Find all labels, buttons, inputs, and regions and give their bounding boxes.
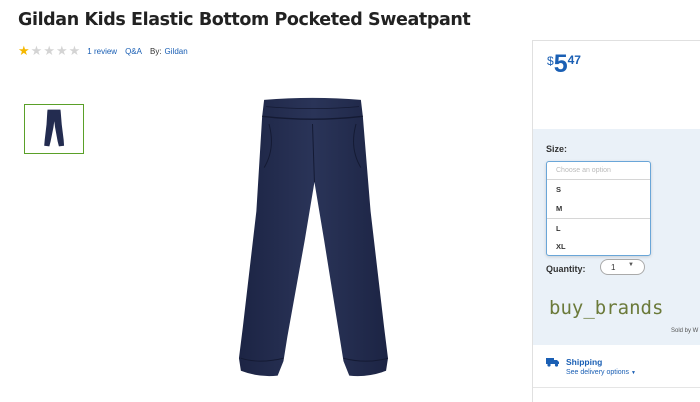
quantity-value: 1 <box>611 263 616 272</box>
size-option-l[interactable]: L <box>547 218 650 237</box>
size-option-s[interactable]: S <box>547 180 650 199</box>
product-page: Gildan Kids Elastic Bottom Pocketed Swea… <box>0 0 700 402</box>
shipping-title: Shipping <box>566 357 603 367</box>
price: $547 <box>547 51 581 77</box>
star-empty-icon: ★ <box>43 43 55 58</box>
price-currency: $ <box>547 54 554 68</box>
size-dropdown[interactable]: Choose an option S M L XL <box>546 161 651 256</box>
delivery-options-link[interactable]: See delivery options ▼ <box>566 369 636 376</box>
quantity-label: Quantity: <box>546 264 586 274</box>
star-filled-icon: ★ <box>18 43 30 58</box>
brand-link[interactable]: Gildan <box>165 47 188 56</box>
options-area: Size: Choose an option S M L XL Quantity… <box>533 129 700 345</box>
star-empty-icon: ★ <box>30 43 43 58</box>
star-empty-icon: ★ <box>68 43 81 58</box>
shipping-row: Shipping See delivery options ▼ <box>546 357 636 376</box>
price-dollars: 5 <box>553 50 568 78</box>
star-rating[interactable]: ★ ★ ★ ★ ★ <box>18 43 81 58</box>
size-option-m[interactable]: M <box>547 199 650 218</box>
by-label: By: <box>149 46 162 56</box>
star-empty-icon: ★ <box>55 43 68 58</box>
size-label: Size: <box>546 144 568 154</box>
product-title: Gildan Kids Elastic Bottom Pocketed Swea… <box>18 10 471 30</box>
divider <box>533 387 700 388</box>
price-cents: 47 <box>567 53 581 67</box>
buy-box: $547 Size: Choose an option S M L XL Qua… <box>532 40 700 402</box>
truck-icon <box>546 358 559 367</box>
sweatpant-image <box>238 97 389 377</box>
quantity-select[interactable]: 1 ▼ <box>600 259 645 275</box>
reviews-link[interactable]: 1 review <box>87 47 117 56</box>
sold-by-text: Sold by W <box>671 328 699 334</box>
watermark: buy_brands <box>549 297 664 319</box>
product-thumbnail[interactable] <box>24 104 84 154</box>
qa-link[interactable]: Q&A <box>125 47 142 56</box>
chevron-down-icon: ▼ <box>631 370 636 376</box>
delivery-options-label: See delivery options <box>566 369 630 376</box>
sweatpant-thumbnail-icon <box>44 109 65 147</box>
chevron-down-icon: ▼ <box>628 262 634 268</box>
product-meta-row: ★ ★ ★ ★ ★ 1 review Q&A By: Gildan <box>18 43 196 58</box>
size-option-xl[interactable]: XL <box>547 237 650 256</box>
size-placeholder[interactable]: Choose an option <box>547 162 650 180</box>
